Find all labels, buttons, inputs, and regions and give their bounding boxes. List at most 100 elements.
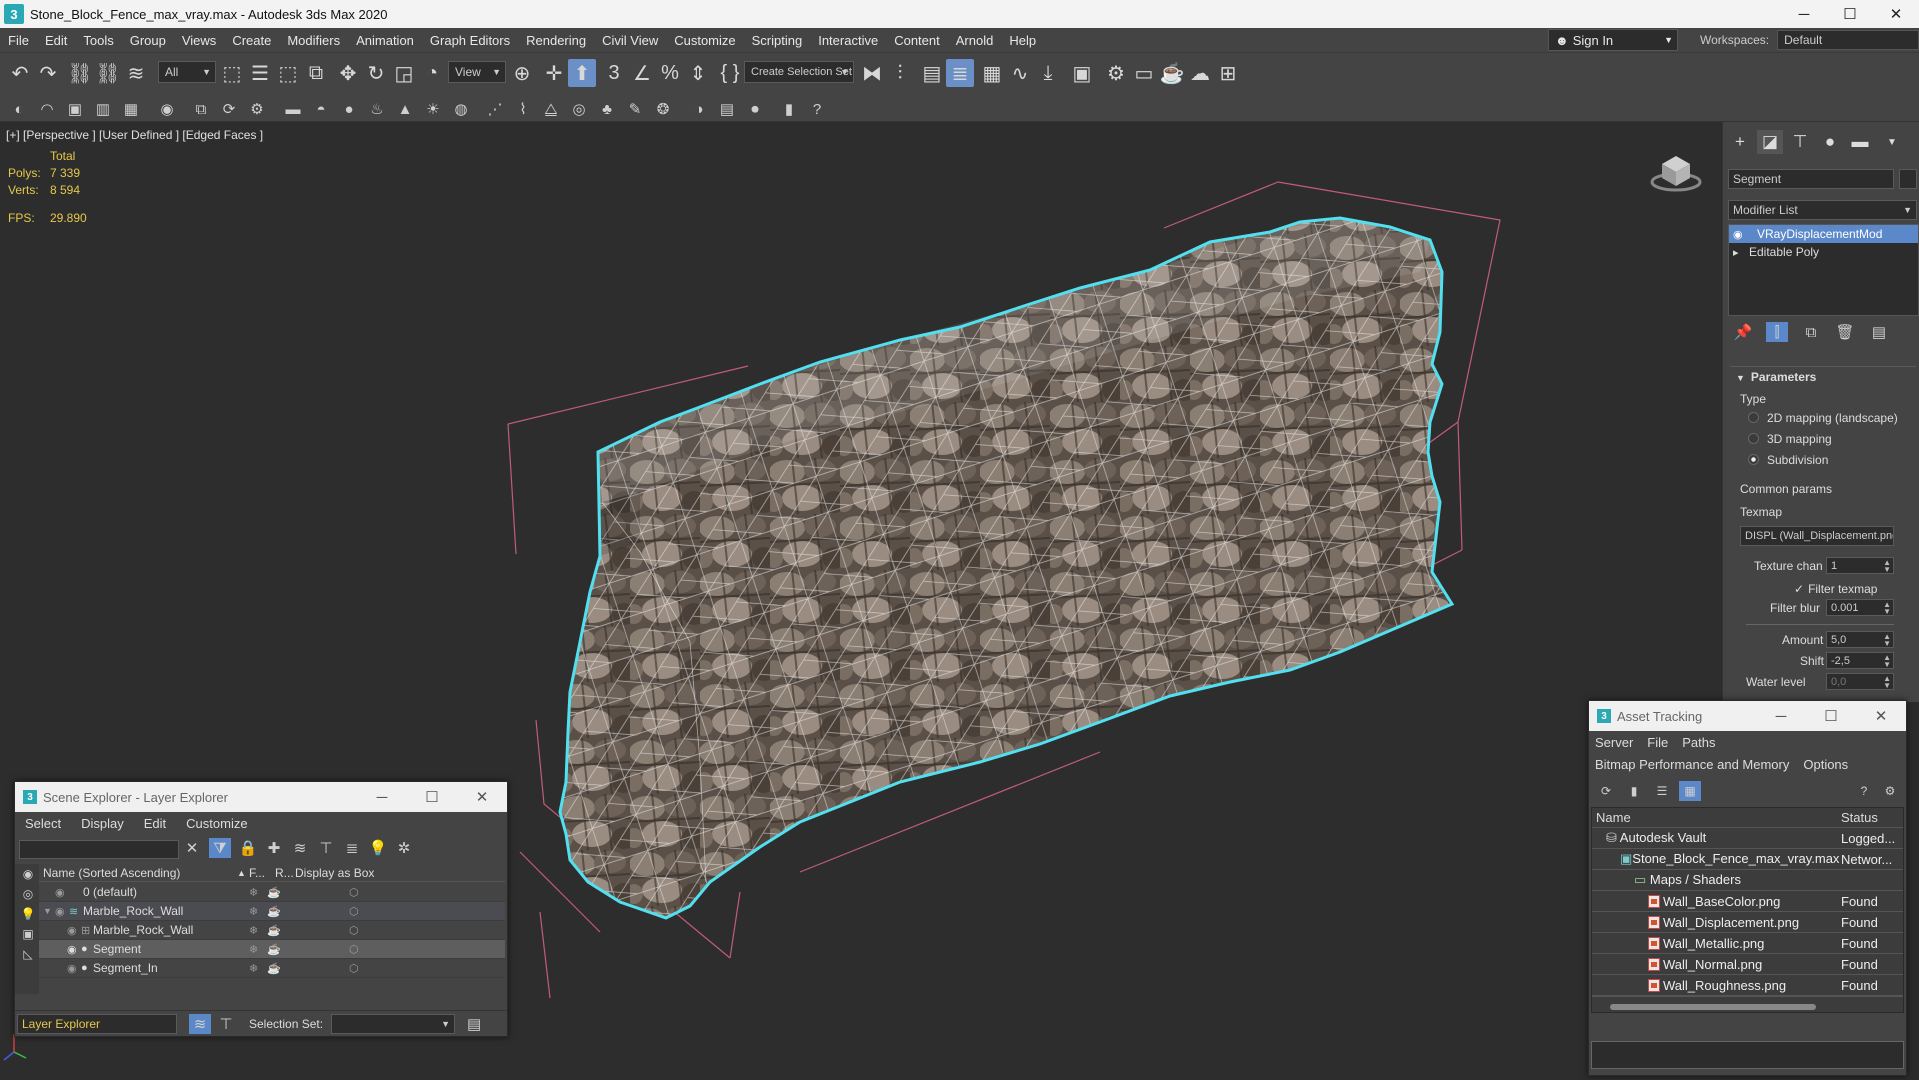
show-end-result-icon[interactable]: ⫿ bbox=[1766, 322, 1788, 342]
texture-chan-spinner[interactable]: 1 ▲ ▼ bbox=[1826, 557, 1894, 574]
eye-icon[interactable]: ◉ bbox=[67, 962, 77, 975]
named-selection-dropdown[interactable]: Create Selection Set ▼ bbox=[744, 61, 854, 83]
help-icon[interactable]: ? bbox=[1853, 781, 1875, 801]
utilities-tab-icon[interactable]: ▼ bbox=[1879, 130, 1905, 154]
camera-filter-icon[interactable]: ▣ bbox=[17, 924, 39, 944]
record-icon[interactable]: ⏺ bbox=[744, 99, 766, 119]
pin-stack-icon[interactable]: 📌 bbox=[1732, 322, 1754, 342]
plane-icon[interactable]: ▬ bbox=[282, 99, 304, 119]
box-icon[interactable]: ⬡ bbox=[349, 962, 359, 975]
edit-named-selection-icon[interactable]: { } bbox=[716, 59, 744, 87]
reference-coordinate-dropdown[interactable]: View ▼ bbox=[448, 61, 506, 83]
mesh-icon[interactable]: ⋰ bbox=[484, 99, 506, 119]
rotate-icon[interactable]: ↻ bbox=[362, 59, 390, 87]
brush-icon[interactable]: ✎ bbox=[624, 99, 646, 119]
ball-icon[interactable]: ◍ bbox=[450, 99, 472, 119]
move-icon[interactable]: ✥ bbox=[334, 59, 362, 87]
bind-space-warp-icon[interactable]: ≋ bbox=[122, 59, 150, 87]
cone-icon[interactable]: ▲ bbox=[394, 99, 416, 119]
menu-bitmap-performance[interactable]: Bitmap Performance and Memory bbox=[1589, 757, 1795, 772]
maximize-button[interactable]: ☐ bbox=[1806, 707, 1856, 725]
decal-icon[interactable]: ❂ bbox=[652, 99, 674, 119]
sign-in-dropdown[interactable]: ☻ Sign In ▼ bbox=[1548, 29, 1678, 51]
parameters-rollout-header[interactable]: ▼ Parameters bbox=[1736, 370, 1816, 384]
display-tab-icon[interactable]: ▬ bbox=[1847, 130, 1873, 154]
layers-icon[interactable]: ≋ bbox=[189, 1013, 211, 1034]
workspace-dropdown[interactable]: Default bbox=[1777, 30, 1919, 50]
keyboard-shortcut-override-icon[interactable]: ⬆ bbox=[568, 59, 596, 87]
menu-animation[interactable]: Animation bbox=[348, 33, 422, 48]
render-icon[interactable]: ☕ bbox=[267, 905, 281, 918]
export-icon[interactable]: ▮ bbox=[778, 99, 800, 119]
maximize-button[interactable]: ☐ bbox=[1827, 0, 1873, 28]
select-object-icon[interactable]: ⬚ bbox=[218, 59, 246, 87]
shift-spinner[interactable]: -2,5 ▲ ▼ bbox=[1826, 652, 1894, 669]
select-by-name-icon[interactable]: ☰ bbox=[246, 59, 274, 87]
settings-icon[interactable]: ⚙ bbox=[246, 99, 268, 119]
object-name-field[interactable]: Segment bbox=[1728, 169, 1894, 189]
render-icon[interactable]: ☕ bbox=[267, 924, 281, 937]
close-button[interactable]: ✕ bbox=[1873, 0, 1919, 28]
rendered-frame-window-icon[interactable]: ▭ bbox=[1130, 59, 1158, 87]
column-render[interactable]: R... bbox=[275, 866, 294, 880]
menu-content[interactable]: Content bbox=[886, 33, 948, 48]
layers-icon[interactable]: ≋ bbox=[289, 838, 311, 858]
snaps-toggle-icon[interactable]: 3 bbox=[600, 59, 628, 87]
table-row[interactable]: ▣Stone_Block_Fence_max_vray.max Networ... bbox=[1592, 849, 1903, 870]
teapot-icon[interactable]: ♨ bbox=[366, 99, 388, 119]
angle-snap-icon[interactable]: ∠ bbox=[628, 59, 656, 87]
frame-buffer-icon[interactable]: ▤ bbox=[716, 99, 738, 119]
freeze-icon[interactable]: ❄ bbox=[249, 886, 258, 899]
eye-icon[interactable]: ◉ bbox=[55, 905, 65, 918]
amount-spinner[interactable]: 5,0 ▲ ▼ bbox=[1826, 631, 1894, 648]
percent-snap-icon[interactable]: % bbox=[656, 59, 684, 87]
layer-icon[interactable]: ▥ bbox=[92, 99, 114, 119]
scene-explorer-titlebar[interactable]: 3 Scene Explorer - Layer Explorer ─ ☐ ✕ bbox=[15, 782, 507, 812]
manage-selection-sets-icon[interactable]: ▤ bbox=[463, 1014, 485, 1034]
menu-server[interactable]: Server bbox=[1589, 735, 1639, 750]
table-view-icon[interactable]: ▦ bbox=[1679, 781, 1701, 801]
remove-modifier-icon[interactable]: 🗑 bbox=[1834, 322, 1856, 342]
spinner-arrows-icon[interactable]: ▲ ▼ bbox=[1883, 653, 1891, 668]
object-color-swatch[interactable] bbox=[1899, 169, 1917, 189]
calculator-icon[interactable]: ▦ bbox=[120, 99, 142, 119]
table-row[interactable]: ◉ ● Segment_In ❄ ☕ ⬡ bbox=[39, 959, 505, 978]
dome-icon[interactable]: ◓ bbox=[310, 99, 332, 119]
hierarchy-icon[interactable]: ⊤ bbox=[215, 1014, 237, 1034]
menu-customize[interactable]: Customize bbox=[176, 816, 257, 831]
settings-icon[interactable]: ✲ bbox=[393, 838, 415, 858]
menu-graph-editors[interactable]: Graph Editors bbox=[422, 33, 518, 48]
menu-options[interactable]: Options bbox=[1795, 757, 1856, 772]
settings-icon[interactable]: ⚙ bbox=[1879, 781, 1901, 801]
select-manipulate-icon[interactable]: ✛ bbox=[540, 59, 568, 87]
render-icon[interactable]: ◐ bbox=[8, 99, 30, 119]
table-row[interactable]: ◉ ● Segment ❄ ☕ ⬡ bbox=[39, 940, 505, 959]
column-status[interactable]: Status bbox=[1841, 810, 1878, 825]
column-name[interactable]: Name (Sorted Ascending) bbox=[43, 866, 180, 880]
close-button[interactable]: ✕ bbox=[457, 788, 507, 806]
eye-icon[interactable]: ◉ bbox=[67, 924, 77, 937]
spinner-arrows-icon[interactable]: ▲ ▼ bbox=[1883, 558, 1891, 573]
close-button[interactable]: ✕ bbox=[1856, 707, 1906, 725]
layer-explorer-icon[interactable]: ≣ bbox=[946, 59, 974, 87]
column-display-as-box[interactable]: Display as Box bbox=[295, 866, 374, 880]
render-production-icon[interactable]: ☕ bbox=[1158, 59, 1186, 87]
scale-icon[interactable]: ◲ bbox=[390, 59, 418, 87]
menu-edit[interactable]: Edit bbox=[134, 816, 176, 831]
freeze-icon[interactable]: ❄ bbox=[249, 905, 258, 918]
menu-display[interactable]: Display bbox=[71, 816, 134, 831]
menu-file[interactable]: File bbox=[0, 33, 37, 48]
table-row[interactable]: ▭ Maps / Shaders bbox=[1592, 870, 1903, 891]
column-name[interactable]: Name bbox=[1596, 810, 1631, 825]
box-icon[interactable]: ⬡ bbox=[349, 905, 359, 918]
chevron-down-icon[interactable]: ▼ bbox=[43, 906, 52, 916]
filter-blur-spinner[interactable]: 0.001 ▲ ▼ bbox=[1826, 599, 1894, 616]
rotate-view-icon[interactable]: ⟳ bbox=[218, 99, 240, 119]
help-icon[interactable]: ? bbox=[806, 99, 828, 119]
sun-icon[interactable]: ☀ bbox=[422, 99, 444, 119]
viewport-layout-icon[interactable]: ⊞ bbox=[1214, 59, 1242, 87]
table-row[interactable]: Wall_Roughness.png Found bbox=[1592, 975, 1903, 996]
asset-tracking-titlebar[interactable]: 3 Asset Tracking ─ ☐ ✕ bbox=[1589, 701, 1906, 731]
filter-texmap-checkbox[interactable]: ✓ Filter texmap bbox=[1794, 582, 1877, 596]
configure-modifier-sets-icon[interactable]: ▤ bbox=[1868, 322, 1890, 342]
